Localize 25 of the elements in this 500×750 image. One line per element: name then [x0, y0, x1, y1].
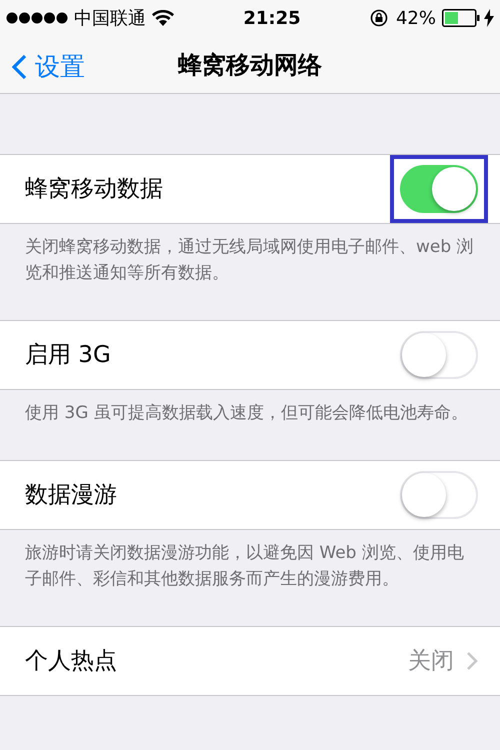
- battery-icon: [442, 9, 480, 27]
- back-chevron-icon: [12, 54, 27, 80]
- wifi-icon: [152, 10, 174, 26]
- settings-row[interactable]: 启用 3G: [0, 320, 500, 390]
- clock-time: 21:25: [243, 6, 301, 30]
- section-footer: 使用 3G 虽可提高数据载入速度，但可能会降低电池寿命。: [0, 390, 500, 460]
- row-label: 蜂窝移动数据: [25, 174, 164, 204]
- settings-row[interactable]: 个人热点 关闭: [0, 626, 500, 696]
- carrier-name: 中国联通: [74, 6, 146, 30]
- chevron-icon: [466, 651, 478, 671]
- battery-percent: 42%: [396, 6, 436, 30]
- row-label: 个人热点: [25, 646, 118, 676]
- row-label: 数据漫游: [25, 480, 118, 510]
- section-footer: 旅游时请关闭数据漫游功能，以避免因 Web 浏览、使用电子邮件、彩信和其他数据服务而产生的漫游费用。: [0, 530, 500, 626]
- section-footer: 关闭蜂窝移动数据，通过无线局域网使用电子邮件、web 浏览和推送通知等所有数据。: [0, 224, 500, 320]
- settings-row[interactable]: 数据漫游: [0, 460, 500, 530]
- toggle-switch[interactable]: [400, 165, 478, 213]
- page-title: 蜂窝移动网络: [178, 50, 322, 80]
- charging-icon: [484, 9, 494, 27]
- row-label: 启用 3G: [25, 340, 112, 370]
- back-button[interactable]: 设置: [12, 48, 85, 86]
- row-value: 关闭: [408, 646, 454, 676]
- rotation-lock-icon: [370, 9, 388, 27]
- settings-row[interactable]: 蜂窝移动数据: [0, 154, 500, 224]
- signal-icon: [6, 12, 68, 24]
